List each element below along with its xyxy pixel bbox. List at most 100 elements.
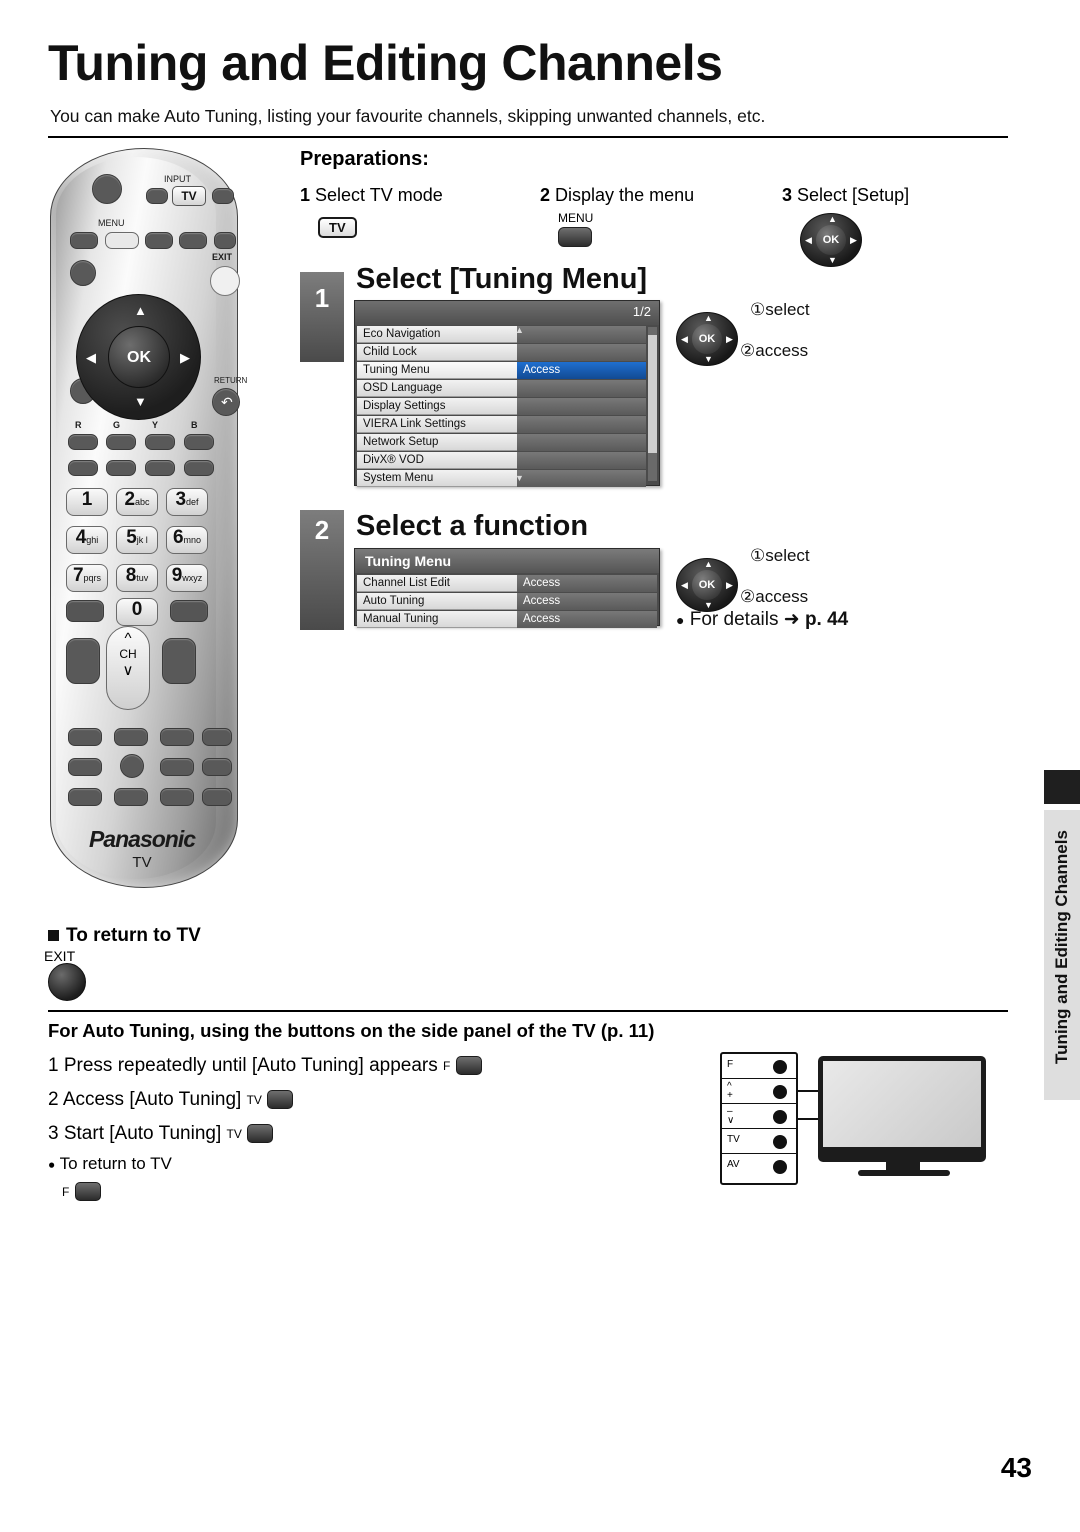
step-1-access-hint: ②access <box>740 341 809 360</box>
return-to-tv-heading: To return to TV <box>48 925 201 947</box>
side-key-f-icon-2 <box>74 1182 101 1202</box>
auto-tuning-line-2: 2 Access [Auto Tuning] TV <box>48 1089 294 1111</box>
remote-btn-a <box>146 188 168 204</box>
osd-row: Eco Navigation <box>357 326 646 343</box>
remote-btn-u <box>120 754 144 778</box>
color-y-button <box>145 434 175 450</box>
dpad-ok-button: OK <box>108 326 170 388</box>
osd-row: Display Settings <box>357 398 646 415</box>
osd-scroll-thumb[interactable] <box>648 335 657 453</box>
exit-button <box>210 266 240 296</box>
remote-btn-z <box>160 788 194 806</box>
key-8: 8tuv <box>116 564 158 592</box>
return-exit-button-icon <box>48 963 86 1001</box>
side-key-f-icon <box>455 1056 482 1076</box>
preparations-block: Preparations: 1 Select TV mode TV 2 Disp… <box>300 148 1000 267</box>
color-r-label: R <box>75 420 82 430</box>
diagram-connector-line-2 <box>798 1090 820 1092</box>
key-9: 9wxyz <box>166 564 208 592</box>
color-g-button <box>106 434 136 450</box>
remote-btn-s <box>202 728 232 746</box>
osd-scrollbar[interactable] <box>648 327 657 481</box>
osd-scroll-down-icon: ▼ <box>515 473 524 483</box>
side-panel-row-tv: TV <box>722 1129 796 1154</box>
side-tab-marker <box>1044 770 1080 804</box>
step-2-details: ● For details ➜ p. 44 <box>676 609 849 630</box>
color-b-button <box>184 434 214 450</box>
brand-logo: Panasonic <box>88 826 196 852</box>
remote-btn-x <box>68 788 102 806</box>
tuning-row: Manual Tuning Access <box>357 611 657 628</box>
side-tab-label: Tuning and Editing Channels <box>1052 830 1071 1064</box>
setup-menu-osd: 1/2 Eco Navigation Child Lock Tuning Men… <box>354 300 660 487</box>
menu-button <box>105 232 139 249</box>
key-0: 0 <box>116 598 158 626</box>
remote-btn-e <box>179 232 207 249</box>
remote-btn-v <box>160 758 194 776</box>
osd-row-selected: Tuning Menu Access <box>357 362 646 379</box>
details-arrow-icon: ➜ <box>783 609 800 630</box>
auto-tuning-line-3: 3 Start [Auto Tuning] TV <box>48 1123 274 1145</box>
brand-sub-label: TV <box>132 854 152 871</box>
osd-row: OSD Language <box>357 380 646 397</box>
ch-rocker: ^ CH ∨ <box>106 626 150 710</box>
return-label: RETURN <box>214 376 248 385</box>
remote-btn-m <box>66 600 104 622</box>
remote-btn-t <box>68 758 102 776</box>
manual-page: Tuning and Editing Channels You can make… <box>0 0 1080 1532</box>
preparations-heading: Preparations: <box>300 148 429 170</box>
osd-row: DivX® VOD <box>357 452 646 469</box>
auto-tuning-line-1: 1 Press repeatedly until [Auto Tuning] a… <box>48 1055 482 1077</box>
tuning-menu-osd: Tuning Menu Channel List Edit Access Auto… <box>354 548 660 628</box>
step-1-okpad: OK ▲ ▼ ◀ ▶ <box>676 312 738 366</box>
return-exit-label: EXIT <box>44 948 76 964</box>
side-panel-row-chdown: – ∨ <box>722 1104 796 1129</box>
remote-btn-f <box>214 232 236 249</box>
color-y-label: Y <box>152 420 159 430</box>
tv-base <box>858 1170 950 1176</box>
details-prefix: For details <box>689 609 779 630</box>
remote-btn-o <box>162 638 196 684</box>
prep-key-menu-label: MENU <box>558 211 594 225</box>
page-title: Tuning and Editing Channels <box>48 35 723 91</box>
tv-illustration <box>818 1056 986 1162</box>
color-r-button <box>68 434 98 450</box>
page-subtitle: You can make Auto Tuning, listing your f… <box>50 106 766 126</box>
key-7: 7pqrs <box>66 564 108 592</box>
step-2-access-hint: ②access <box>740 587 809 606</box>
step-1-number: 1 <box>300 272 344 362</box>
auto-tuning-return-key: F <box>62 1181 101 1203</box>
header-divider <box>48 136 1008 138</box>
remote-btn-d <box>145 232 173 249</box>
power-button <box>92 174 122 204</box>
remote-btn-i <box>68 460 98 476</box>
osd-scroll-up-icon: ▲ <box>515 325 524 335</box>
dpad: OK ▲ ▼ ◀ ▶ <box>76 294 201 420</box>
exit-label: EXIT <box>212 252 233 262</box>
key-3: 3def <box>166 488 208 516</box>
color-g-label: G <box>113 420 121 430</box>
key-2: 2abc <box>116 488 158 516</box>
remote-btn-g <box>70 260 96 286</box>
diagram-connector-line <box>798 1118 820 1120</box>
tuning-menu-rows: Channel List Edit Access Auto Tuning Acces… <box>355 573 659 628</box>
menu-label: MENU <box>98 218 125 228</box>
remote-control-illustration: INPUT TV MENU EXIT OK ▲ ▼ ◀ ▶ RETURN ↶ R… <box>42 148 247 888</box>
step-2-okpad: OK ▲ ▼ ◀ ▶ <box>676 558 738 612</box>
volume-rocker <box>66 638 100 684</box>
prep-key-tv: TV <box>318 217 357 238</box>
remote-btn-c <box>70 232 98 249</box>
key-5: 5jk l <box>116 526 158 554</box>
input-label: INPUT <box>164 174 191 184</box>
key-1: 1 <box>66 488 108 516</box>
preparations-steps: 1 Select TV mode TV 2 Display the menu M… <box>300 177 1000 267</box>
side-panel-row-f: F <box>722 1054 796 1079</box>
auto-tuning-heading: For Auto Tuning, using the buttons on th… <box>48 1020 655 1041</box>
osd-row: Network Setup <box>357 434 646 451</box>
osd-page-indicator: 1/2 <box>632 304 651 319</box>
remote-tv-button: TV <box>172 186 206 206</box>
osd-row: VIERA Link Settings <box>357 416 646 433</box>
tuning-menu-title: Tuning Menu <box>355 549 659 573</box>
remote-btn-r <box>160 728 194 746</box>
remote-btn-k <box>145 460 175 476</box>
